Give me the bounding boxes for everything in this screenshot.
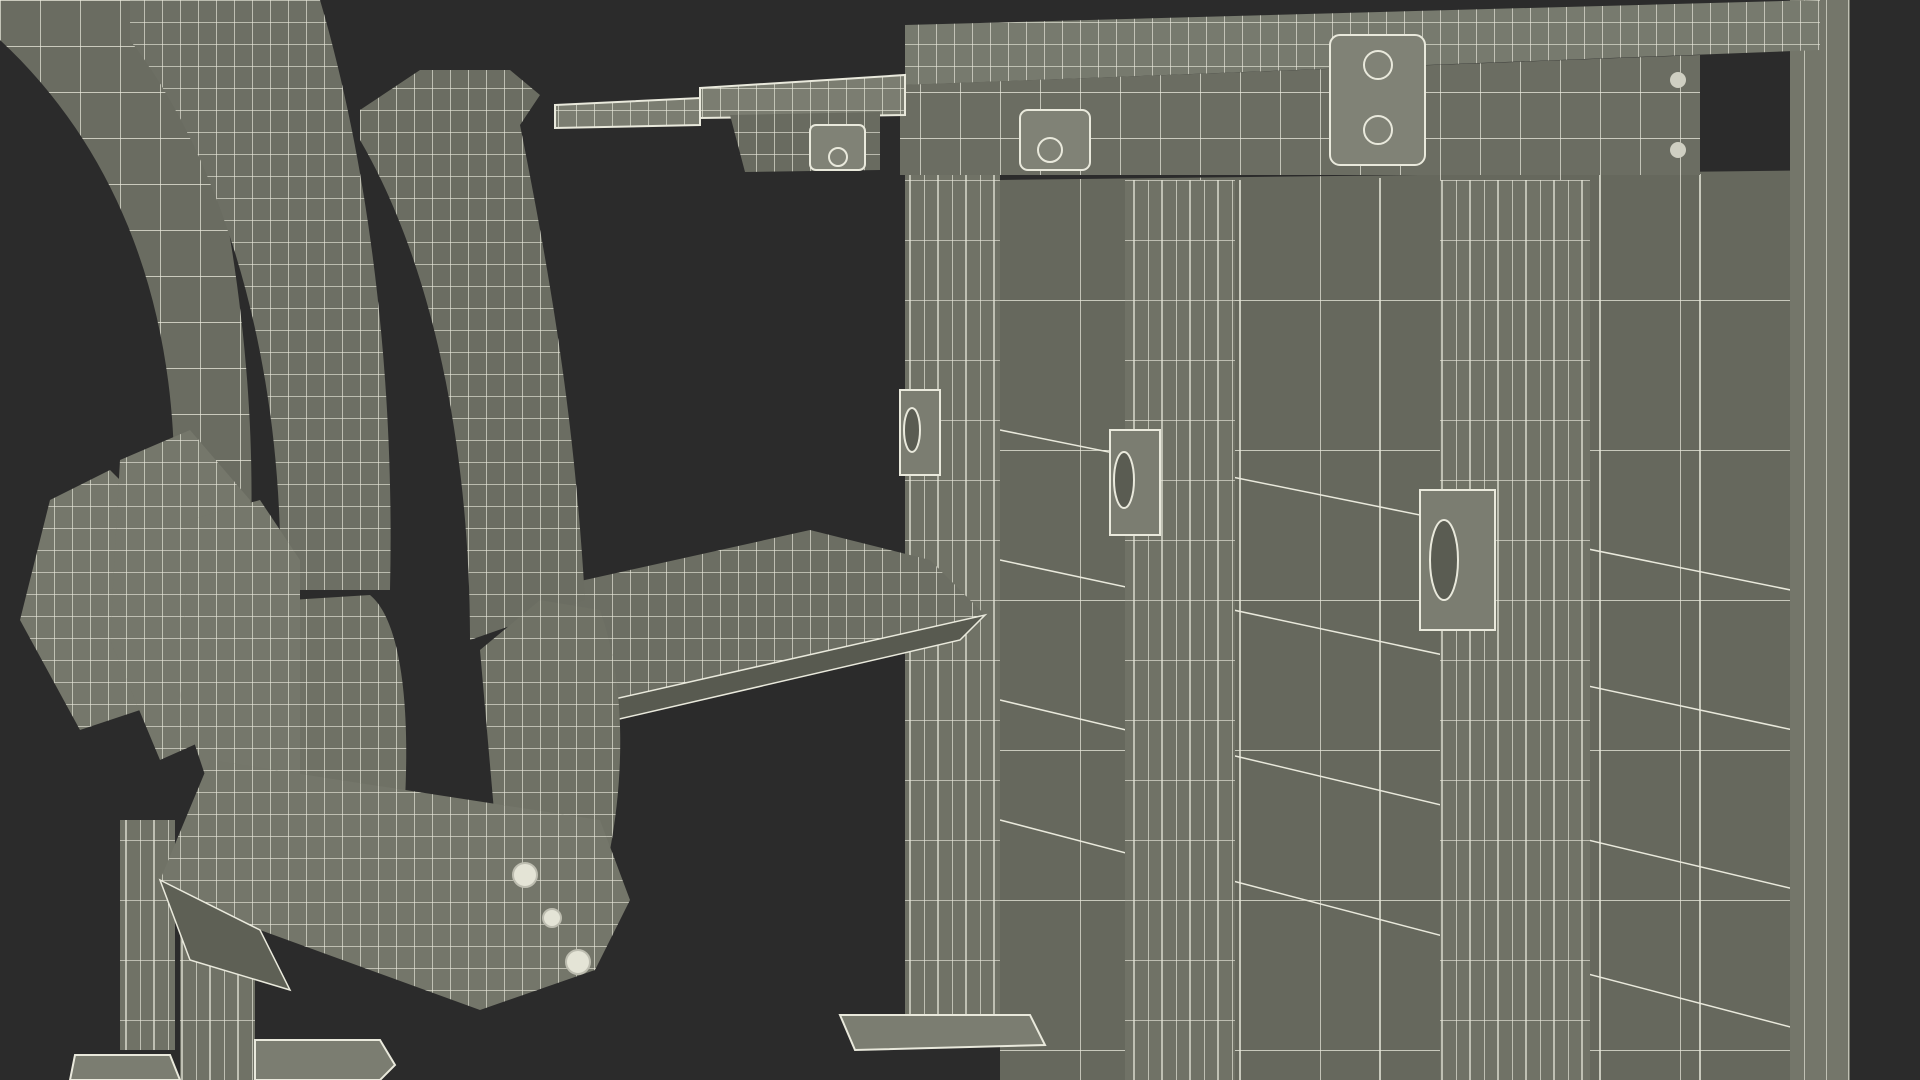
fold-down-writing-tablets [554,0,1820,175]
wireframe-render [0,0,1850,1080]
3d-viewport [0,0,1920,1080]
